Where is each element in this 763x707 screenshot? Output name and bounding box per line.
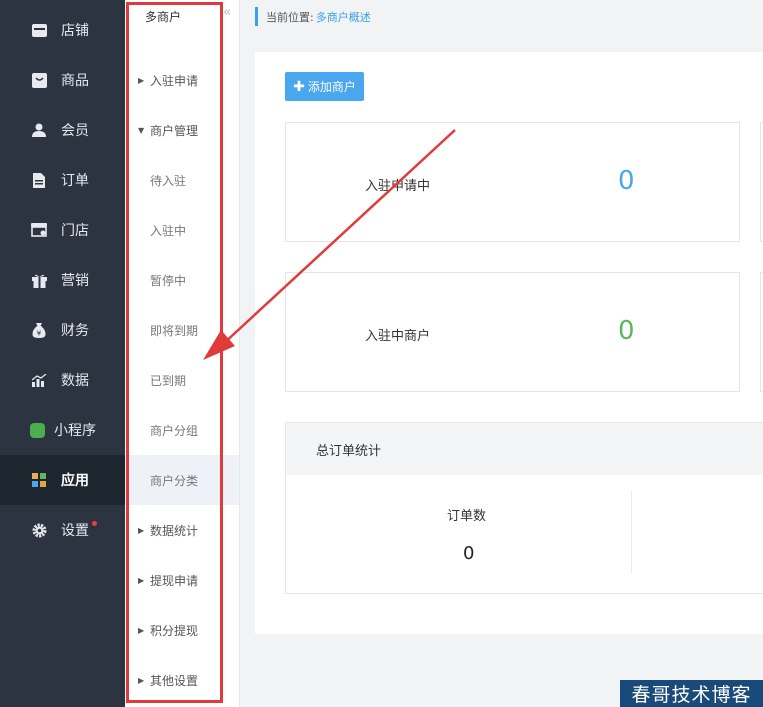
primary-sidebar: 店铺 商品 会员 订单 门店 营销 ¥ 财务 数据 小程序 应用 设置 (0, 0, 125, 707)
nav-item-order[interactable]: 订单 (0, 155, 125, 205)
breadcrumb-current[interactable]: 多商户概述 (316, 9, 371, 25)
subnav-item-pending[interactable]: 待入驻 (125, 155, 239, 205)
miniprogram-icon (29, 422, 45, 438)
notification-dot (92, 521, 97, 526)
gift-icon (31, 272, 47, 288)
stat-value: 0 (618, 316, 635, 346)
stat-value: 0 (618, 166, 635, 196)
caret-right-icon: ▶ (138, 675, 145, 685)
divider (631, 491, 632, 573)
subnav-item-groups[interactable]: 商户分组 (125, 405, 239, 455)
subnav-item-paused[interactable]: 暂停中 (125, 255, 239, 305)
order-count-value: 0 (463, 543, 475, 564)
subnav-title: 多商户 (145, 10, 182, 24)
gear-icon (31, 522, 47, 538)
order-count-label: 订单数 (447, 509, 487, 524)
nav-item-goods[interactable]: 商品 (0, 55, 125, 105)
order-stats-panel: 总订单统计 订单数 0 (285, 422, 763, 594)
money-bag-icon: ¥ (31, 322, 47, 338)
plus-icon: ✚ (293, 78, 305, 95)
caret-right-icon: ▶ (138, 75, 145, 85)
subnav-item-merchant-manage[interactable]: ▼ 商户管理 (125, 105, 239, 155)
svg-text:¥: ¥ (37, 329, 42, 337)
caret-right-icon: ▶ (138, 575, 145, 585)
collapse-icon[interactable]: « (223, 5, 231, 20)
caret-right-icon: ▶ (138, 525, 145, 535)
caret-right-icon: ▶ (138, 625, 145, 635)
subnav-item-expired[interactable]: 已到期 (125, 355, 239, 405)
subnav-item-categories[interactable]: 商户分类 (125, 455, 239, 505)
subnav-item-apply[interactable]: ▶ 入驻申请 (125, 55, 239, 105)
nav-item-miniprogram[interactable]: 小程序 (0, 405, 125, 455)
nav-item-store[interactable]: 店铺 (0, 5, 125, 55)
store-icon (31, 22, 47, 38)
subnav-item-active[interactable]: 入驻中 (125, 205, 239, 255)
nav-item-data[interactable]: 数据 (0, 355, 125, 405)
nav-item-settings[interactable]: 设置 (0, 505, 125, 555)
order-stats-title: 总订单统计 (286, 423, 763, 475)
subnav-item-expiring[interactable]: 即将到期 (125, 305, 239, 355)
nav-item-member[interactable]: 会员 (0, 105, 125, 155)
secondary-sidebar: 多商户 « ▶ 入驻申请 ▼ 商户管理 待入驻 入驻中 暂停中 即将到期 已到期… (125, 0, 240, 707)
subnav-item-stats[interactable]: ▶ 数据统计 (125, 505, 239, 555)
main-panel: ✚ 添加商户 入驻申请中 0 入驻中商户 0 总订单统计 订单数 0 (255, 52, 763, 634)
breadcrumb-prefix: 当前位置: (266, 10, 314, 24)
stat-card-active: 入驻中商户 0 (285, 272, 740, 392)
nav-item-apps[interactable]: 应用 (0, 455, 125, 505)
subnav-item-points-withdraw[interactable]: ▶ 积分提现 (125, 605, 239, 655)
shop-icon (31, 222, 47, 238)
watermark: 春哥技术博客 (620, 680, 763, 707)
order-icon (31, 172, 47, 188)
chart-icon (31, 372, 47, 388)
stat-card-applying: 入驻申请中 0 (285, 122, 740, 242)
bag-icon (31, 72, 47, 88)
subnav-item-withdraw[interactable]: ▶ 提现申请 (125, 555, 239, 605)
nav-item-finance[interactable]: ¥ 财务 (0, 305, 125, 355)
add-merchant-button[interactable]: ✚ 添加商户 (285, 72, 364, 101)
breadcrumb: 当前位置: 多商户概述 (255, 7, 371, 26)
apps-icon (31, 472, 47, 488)
nav-item-shop[interactable]: 门店 (0, 205, 125, 255)
user-icon (31, 122, 47, 138)
subnav-item-other-settings[interactable]: ▶ 其他设置 (125, 655, 239, 705)
nav-item-marketing[interactable]: 营销 (0, 255, 125, 305)
caret-down-icon: ▼ (138, 125, 145, 135)
